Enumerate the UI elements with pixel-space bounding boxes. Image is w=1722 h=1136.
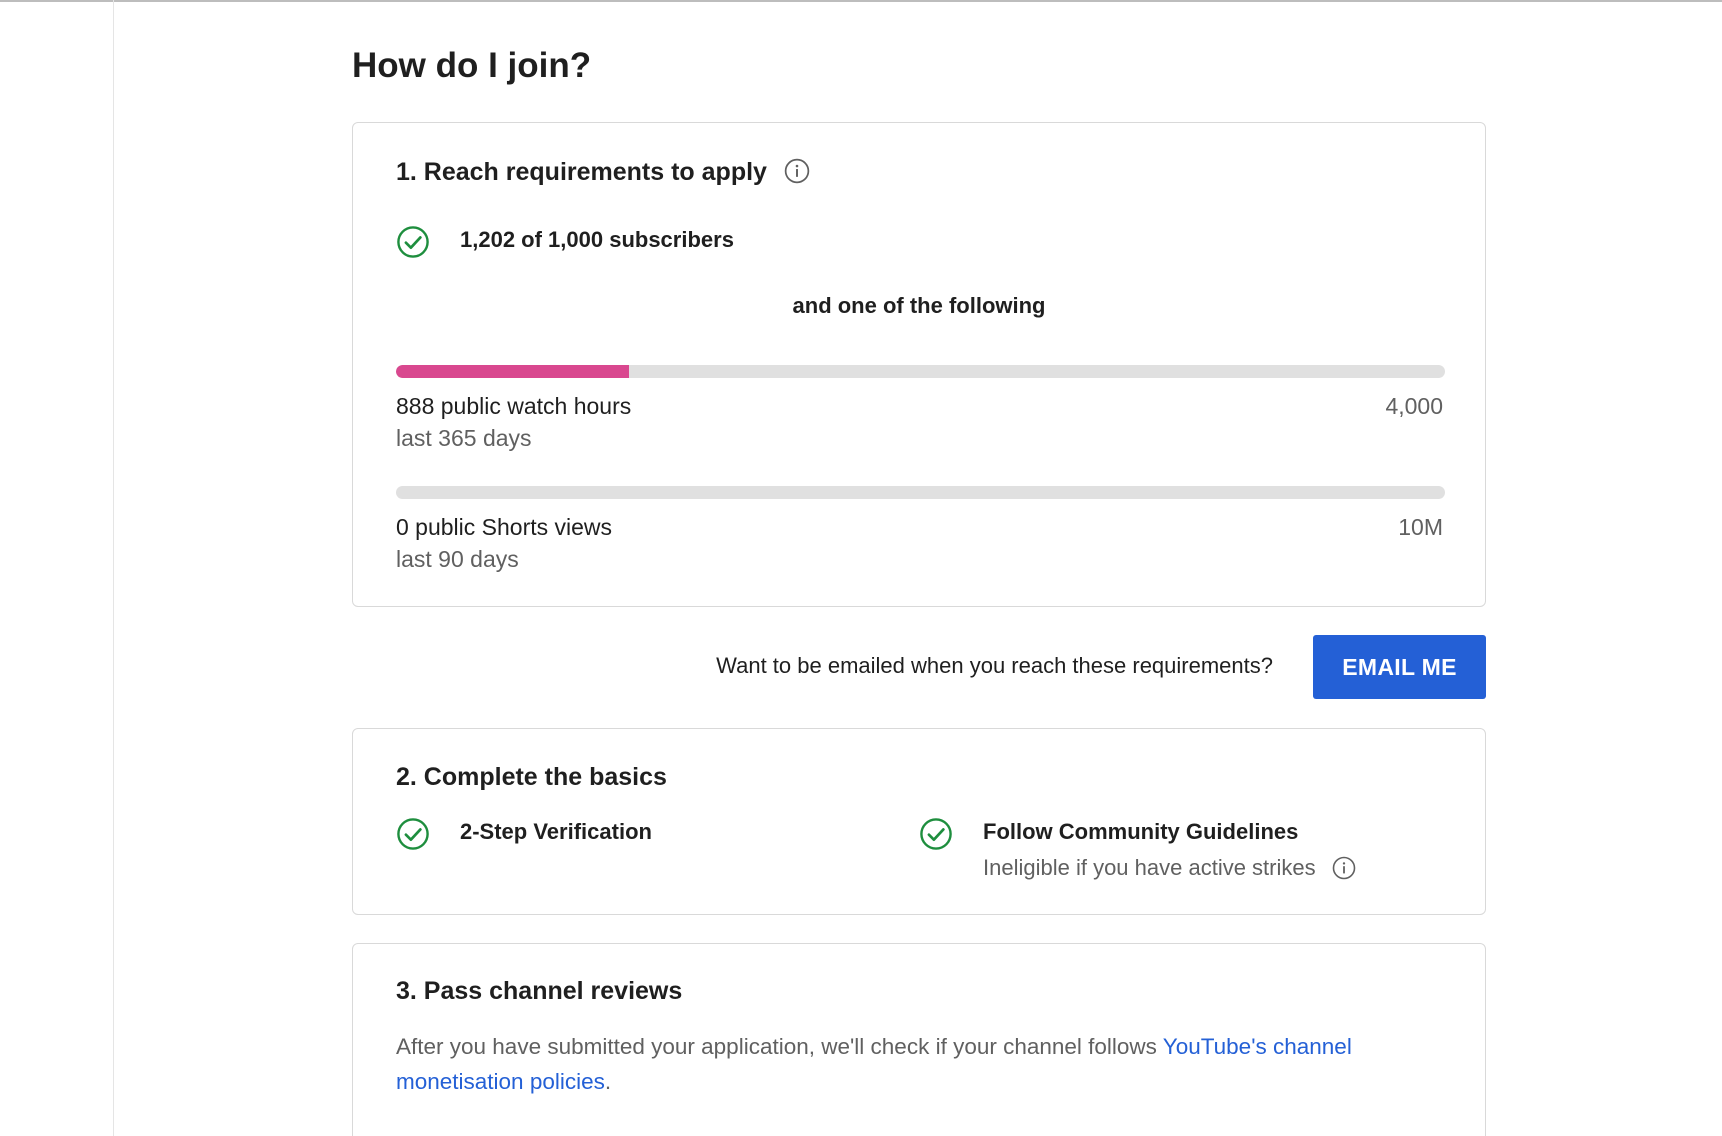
check-circle-icon (397, 226, 429, 258)
basics-card: 2. Complete the basics 2-Step Verificati… (352, 728, 1486, 915)
info-icon[interactable] (784, 158, 810, 184)
top-divider (0, 0, 1722, 2)
email-prompt: Want to be emailed when you reach these … (716, 653, 1273, 678)
check-circle-icon (920, 818, 952, 850)
sidebar-divider (113, 0, 114, 1136)
channel-review-card-title: 3. Pass channel reviews (396, 977, 683, 1005)
watch-hours-target: 4,000 (1385, 393, 1443, 419)
community-guidelines-label: Follow Community Guidelines (983, 819, 1299, 844)
one-of-following-text: and one of the following (792, 293, 1046, 318)
watch-hours-progress-fill (396, 365, 629, 378)
check-circle-icon (397, 818, 429, 850)
info-icon[interactable] (1332, 856, 1356, 880)
shorts-views-period: last 90 days (396, 546, 519, 572)
requirements-title-text: 1. Reach requirements to apply (396, 158, 767, 186)
watch-hours-period: last 365 days (396, 425, 532, 451)
channel-review-body: After you have submitted your applicatio… (396, 1034, 1163, 1059)
page-title: How do I join? (352, 46, 592, 85)
shorts-views-progress (396, 486, 1445, 499)
basics-card-title: 2. Complete the basics (396, 763, 667, 791)
requirements-card-title: 1. Reach requirements to apply (396, 158, 810, 187)
channel-review-end: . (604, 1069, 612, 1094)
strikes-note: Ineligible if you have active strikes (983, 855, 1356, 881)
two-step-verification-label: 2-Step Verification (460, 819, 652, 844)
page: How do I join? 1. Reach requirements to … (0, 0, 1722, 1136)
channel-review-text: After you have submitted your applicatio… (396, 1029, 1396, 1099)
strikes-note-text: Ineligible if you have active strikes (983, 855, 1316, 880)
shorts-views-label: 0 public Shorts views (396, 514, 613, 540)
watch-hours-label: 888 public watch hours (396, 393, 632, 419)
subscribers-label: 1,202 of 1,000 subscribers (460, 227, 734, 252)
watch-hours-progress (396, 365, 1445, 378)
email-me-button[interactable]: EMAIL ME (1313, 635, 1486, 699)
shorts-views-target: 10M (1398, 514, 1443, 540)
requirements-card: 1. Reach requirements to apply 1,202 of … (352, 122, 1486, 607)
channel-review-card: 3. Pass channel reviews After you have s… (352, 943, 1486, 1136)
